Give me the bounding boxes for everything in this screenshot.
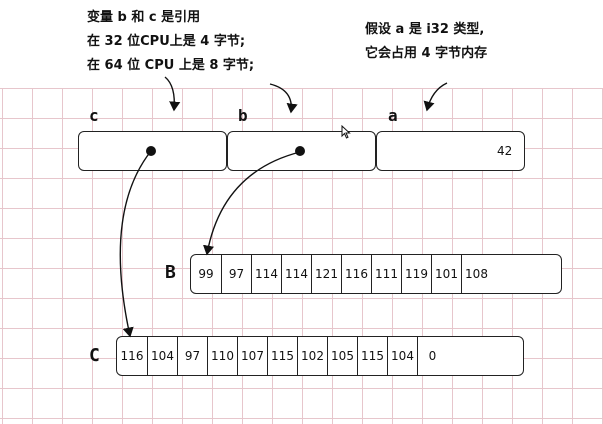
array-b: 99 97 114 114 121 116 111 119 101 108 [190, 254, 562, 294]
note-i32: 假设 a 是 i32 类型, 它会占用 4 字节内存 [365, 18, 487, 66]
array-cell: 114 [281, 255, 311, 293]
array-c: 116 104 97 110 107 115 102 105 115 104 0 [116, 336, 524, 376]
array-cell: 108 [461, 255, 491, 293]
note-references: 变量 b 和 c 是引用 在 32 位CPU上是 4 字节; 在 64 位 CP… [87, 6, 254, 78]
pointer-dot-c [146, 146, 156, 156]
variable-label-b: b [238, 106, 248, 125]
mouse-cursor-icon [341, 125, 351, 139]
array-label-c: C [89, 345, 100, 366]
array-cell: 99 [198, 267, 214, 281]
array-cell: 116 [120, 349, 144, 363]
array-cell: 102 [297, 337, 327, 375]
array-cell: 119 [401, 255, 431, 293]
variable-label-a: a [388, 106, 398, 125]
variable-label-c: c [89, 106, 99, 125]
array-cell: 105 [327, 337, 357, 375]
array-cell: 104 [147, 337, 177, 375]
note-line: 变量 b 和 c 是引用 [87, 10, 201, 25]
array-label-b: B [165, 262, 176, 283]
note-line: 它会占用 4 字节内存 [365, 46, 488, 61]
array-cell: 115 [267, 337, 297, 375]
array-cell: 97 [221, 255, 251, 293]
array-cell: 116 [341, 255, 371, 293]
array-cell: 114 [251, 255, 281, 293]
array-cell: 121 [311, 255, 341, 293]
array-cell: 0 [417, 337, 447, 375]
array-cell: 101 [431, 255, 461, 293]
array-cell: 97 [177, 337, 207, 375]
pointer-dot-b [295, 146, 305, 156]
array-cell: 107 [237, 337, 267, 375]
note-line: 假设 a 是 i32 类型, [365, 22, 485, 37]
array-cell: 110 [207, 337, 237, 375]
note-line: 在 64 位 CPU 上是 8 字节; [87, 58, 255, 73]
array-cell: 111 [371, 255, 401, 293]
variable-value-a: 42 [497, 144, 513, 158]
array-cell: 115 [357, 337, 387, 375]
array-cell: 104 [387, 337, 417, 375]
note-line: 在 32 位CPU上是 4 字节; [87, 34, 246, 49]
